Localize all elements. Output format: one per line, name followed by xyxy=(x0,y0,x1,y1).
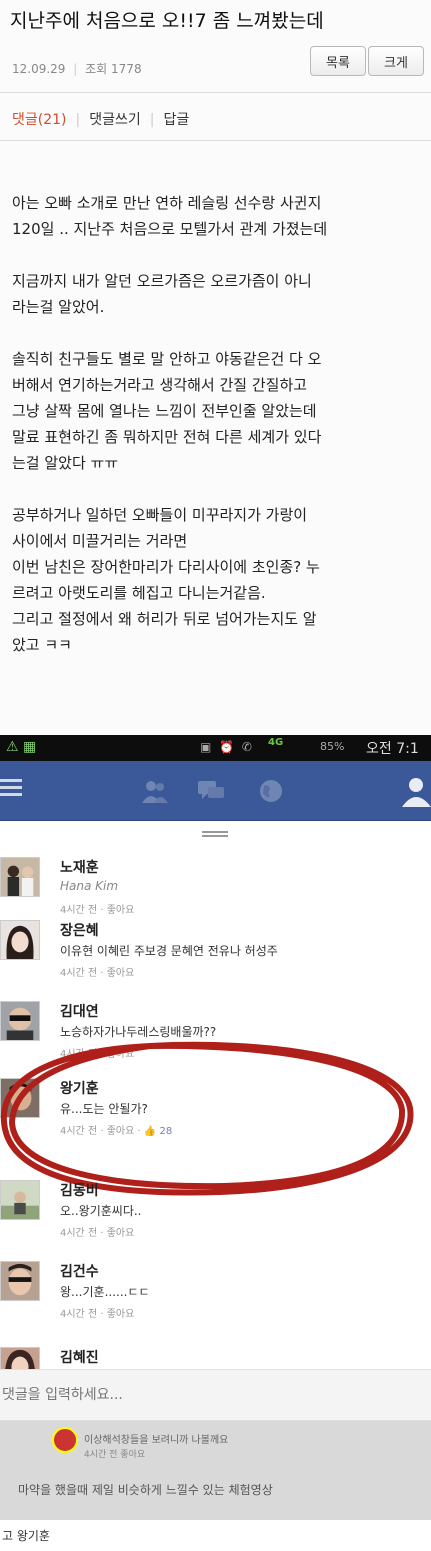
post-title: 지난주에 처음으로 오!!7 좀 느껴봤는데 xyxy=(10,10,324,32)
post-meta: 12.09.29 | 조회 1778 xyxy=(12,60,142,77)
background-text: 4시간 전 좋아요 xyxy=(84,1450,146,1460)
comment-meta: 4시간 전 · 좋아요 xyxy=(60,1309,135,1320)
body-line: 아는 오빠 소개로 만난 연하 레슬링 선수랑 사귄지 xyxy=(12,194,322,212)
body-line: 았고 ㅋㅋ xyxy=(12,636,72,654)
comment-author[interactable]: 김건수 xyxy=(60,1261,99,1281)
meta-separator: | xyxy=(73,62,78,76)
avatar[interactable] xyxy=(0,1347,40,1369)
body-line: 버해서 연기하는거라고 생각해서 간질 간질하고 xyxy=(12,376,308,394)
comment-text: 이유현 이혜린 주보경 문혜연 전유나 허성주 xyxy=(60,944,278,958)
tab-comments[interactable]: 댓글(21) xyxy=(12,112,67,128)
comment-time: 4시간 전 xyxy=(60,905,98,916)
background-text: 마약을 했을때 제일 비슷하게 느낄수 있는 체험영상 xyxy=(18,1483,273,1497)
comment-text: 왕...기훈......ㄷㄷ xyxy=(60,1285,150,1299)
comment-input[interactable] xyxy=(2,1380,422,1410)
body-line: 솔직히 친구들도 별로 말 안하고 야동같은건 다 오 xyxy=(12,350,322,368)
comment-author[interactable]: 김동비 xyxy=(60,1180,99,1200)
body-line: 는걸 알았다 ㅠㅠ xyxy=(12,454,119,472)
body-line: 사이에서 미끌거리는 거라면 xyxy=(12,532,188,550)
tab-separator: | xyxy=(149,112,155,128)
battery-indicator: 85% xyxy=(320,740,345,753)
post-body: 아는 오빠 소개로 만난 연하 레슬링 선수랑 사귄지 120일 .. 지난주 … xyxy=(12,190,427,658)
comment-author[interactable]: 장은혜 xyxy=(60,920,99,940)
comment-item: 김건수 왕...기훈......ㄷㄷ 4시간 전 · 좋아요 xyxy=(0,1261,431,1341)
status-bar: ⚠ ▦ ▣ ⏰ ✆ 4G 85% 오전 7:1 xyxy=(0,735,431,761)
post-date: 12.09.29 xyxy=(12,62,66,76)
comment-item: 김동비 오..왕기훈씨다.. 4시간 전 · 좋아요 xyxy=(0,1180,431,1260)
comment-meta: 4시간 전 · 좋아요 xyxy=(60,905,135,916)
comment-time: 4시간 전 xyxy=(60,1309,98,1320)
comment-text: 오..왕기훈씨다.. xyxy=(60,1204,142,1218)
avatar[interactable] xyxy=(0,920,40,960)
network-indicator: 4G xyxy=(268,737,284,748)
facebook-header xyxy=(0,761,431,821)
body-line: 공부하거나 일하던 오빠들이 미꾸라지가 가랑이 xyxy=(12,506,308,524)
comment-meta: 4시간 전 · 좋아요 xyxy=(60,1228,135,1239)
comment-item: 김혜진 xyxy=(0,1347,431,1369)
avatar xyxy=(52,1427,78,1453)
background-text: 이상해석창들을 보려니까 나볼께요 xyxy=(84,1435,229,1446)
like-link[interactable]: 좋아요 xyxy=(107,968,135,979)
comment-input-bar xyxy=(0,1369,431,1421)
friend-requests-icon[interactable] xyxy=(402,775,431,807)
like-link[interactable]: 좋아요 xyxy=(107,1228,135,1239)
avatar[interactable] xyxy=(0,1261,40,1301)
tab-reply[interactable]: 답글 xyxy=(163,112,189,128)
avatar[interactable] xyxy=(0,1001,40,1041)
body-line: 지금까지 내가 알던 오르가즘은 오르가즘이 아니 xyxy=(12,272,312,290)
comment-author[interactable]: 김혜진 xyxy=(60,1347,99,1367)
like-link[interactable]: 좋아요 xyxy=(107,1309,135,1320)
comment-tabs: 댓글(21) | 댓글쓰기 | 답글 xyxy=(12,109,189,129)
body-line: 르려고 아랫도리를 헤집고 다니는거같음. xyxy=(12,584,266,602)
tab-separator: | xyxy=(75,112,81,128)
comment-item: 장은혜 이유현 이혜린 주보경 문혜연 전유나 허성주 4시간 전 · 좋아요 xyxy=(0,920,431,1000)
notification-icon: ⚠ ▦ xyxy=(6,739,37,755)
friends-icon[interactable] xyxy=(142,779,168,803)
body-line: 120일 .. 지난주 처음으로 모텔가서 관계 가졌는데 xyxy=(12,220,328,238)
comment-author[interactable]: 김대연 xyxy=(60,1001,99,1021)
drag-handle[interactable] xyxy=(202,831,228,837)
body-line: 그리고 절정에서 왜 허리가 뒤로 넘어가는지도 알 xyxy=(12,610,317,628)
avatar[interactable] xyxy=(0,857,40,897)
body-line: 그냥 살짝 몸에 열나는 느낌이 전부인줄 알았는데 xyxy=(12,402,317,420)
avatar[interactable] xyxy=(0,1180,40,1220)
divider xyxy=(0,140,431,141)
body-line: 말료 표현하긴 좀 뭐하지만 전혀 다른 세계가 있다 xyxy=(12,428,322,446)
enlarge-button[interactable]: 크게 xyxy=(368,46,424,76)
comment-author[interactable]: 노재훈 xyxy=(60,857,99,877)
notifications-globe-icon[interactable] xyxy=(258,779,284,803)
alarm-icon: ▣ ⏰ ✆ xyxy=(200,740,254,754)
clock: 오전 7:1 xyxy=(366,741,419,757)
comment-meta: 4시간 전 · 좋아요 xyxy=(60,968,135,979)
post-views: 조회 1778 xyxy=(85,62,142,76)
body-line: 라는걸 알았어. xyxy=(12,298,105,316)
list-button[interactable]: 목록 xyxy=(310,46,366,76)
blurred-background-content: 이상해석창들을 보려니까 나볼께요 4시간 전 좋아요 마약을 했을때 제일 비… xyxy=(0,1421,431,1520)
tab-write-comment[interactable]: 댓글쓰기 xyxy=(89,112,141,128)
menu-icon[interactable] xyxy=(0,779,22,800)
red-circle-annotation xyxy=(0,1041,414,1196)
comment-text: Hana Kim xyxy=(60,879,119,893)
body-line: 이번 남친은 장어한마리가 다리사이에 초인종? 누 xyxy=(12,558,320,576)
messages-icon[interactable] xyxy=(198,779,224,803)
forum-post: 지난주에 처음으로 오!!7 좀 느껴봤는데 12.09.29 | 조회 177… xyxy=(0,0,431,735)
comment-time: 4시간 전 xyxy=(60,968,98,979)
divider xyxy=(0,92,431,93)
caption: 고 왕기훈 xyxy=(0,1520,431,1551)
facebook-screenshot: ⚠ ▦ ▣ ⏰ ✆ 4G 85% 오전 7:1 노재훈 Hana Kim 4시간… xyxy=(0,735,431,1520)
like-link[interactable]: 좋아요 xyxy=(107,905,135,916)
comment-time: 4시간 전 xyxy=(60,1228,98,1239)
